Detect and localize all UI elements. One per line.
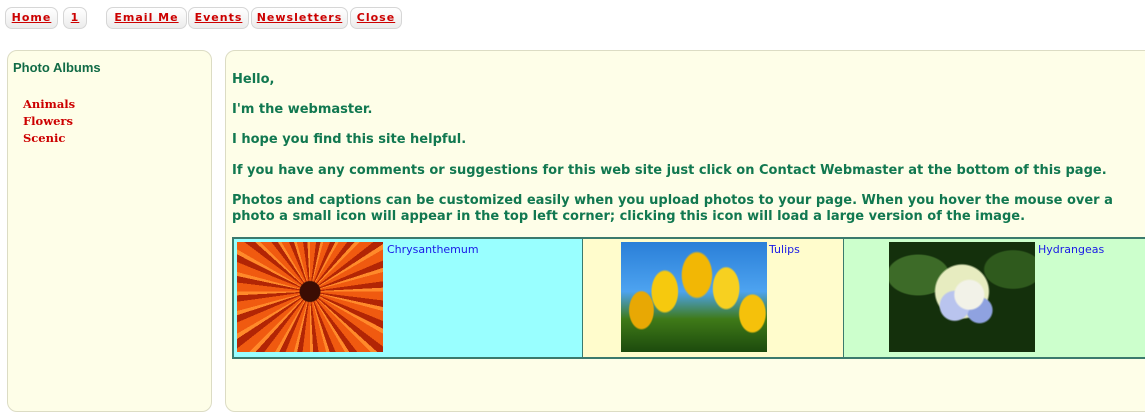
- greeting-text: Hello,: [232, 72, 275, 87]
- album-link-animals[interactable]: Animals: [23, 96, 75, 113]
- caption-tulips[interactable]: Tulips: [769, 243, 800, 256]
- nav-email-me-link[interactable]: Email Me: [106, 7, 187, 29]
- photo-albums-title: Photo Albums: [13, 60, 101, 75]
- photo-cell-tulips: Tulips: [583, 239, 844, 357]
- photos-info-text: Photos and captions can be customized ea…: [232, 193, 1113, 224]
- photo-table: Chrysanthemum Tulips Hydrangeas: [232, 237, 1145, 359]
- nav-page-1-link[interactable]: 1: [63, 7, 87, 29]
- nav-newsletters-link[interactable]: Newsletters: [251, 7, 348, 29]
- caption-chrysanthemum[interactable]: Chrysanthemum: [387, 243, 479, 256]
- comments-text: If you have any comments or suggestions …: [232, 163, 1107, 178]
- photo-cell-chrysanthemum: Chrysanthemum: [234, 239, 583, 357]
- photo-albums-panel: Photo Albums Animals Flowers Scenic: [7, 50, 212, 412]
- main-content-panel: Hello, I'm the webmaster. I hope you fin…: [225, 50, 1145, 412]
- hydrangeas-photo[interactable]: [889, 242, 1035, 352]
- nav-events-link[interactable]: Events: [188, 7, 249, 29]
- photo-cell-hydrangeas: Hydrangeas: [844, 239, 1145, 357]
- album-link-scenic[interactable]: Scenic: [23, 130, 75, 147]
- nav-close-link[interactable]: Close: [350, 7, 402, 29]
- chrysanthemum-photo[interactable]: [237, 242, 383, 352]
- caption-hydrangeas[interactable]: Hydrangeas: [1038, 243, 1104, 256]
- album-list: Animals Flowers Scenic: [23, 96, 75, 147]
- album-link-flowers[interactable]: Flowers: [23, 113, 75, 130]
- nav-home-link[interactable]: Home: [5, 7, 58, 29]
- tulips-photo[interactable]: [621, 242, 767, 352]
- webmaster-intro-text: I'm the webmaster.: [232, 102, 373, 117]
- helpful-text: I hope you find this site helpful.: [232, 132, 467, 147]
